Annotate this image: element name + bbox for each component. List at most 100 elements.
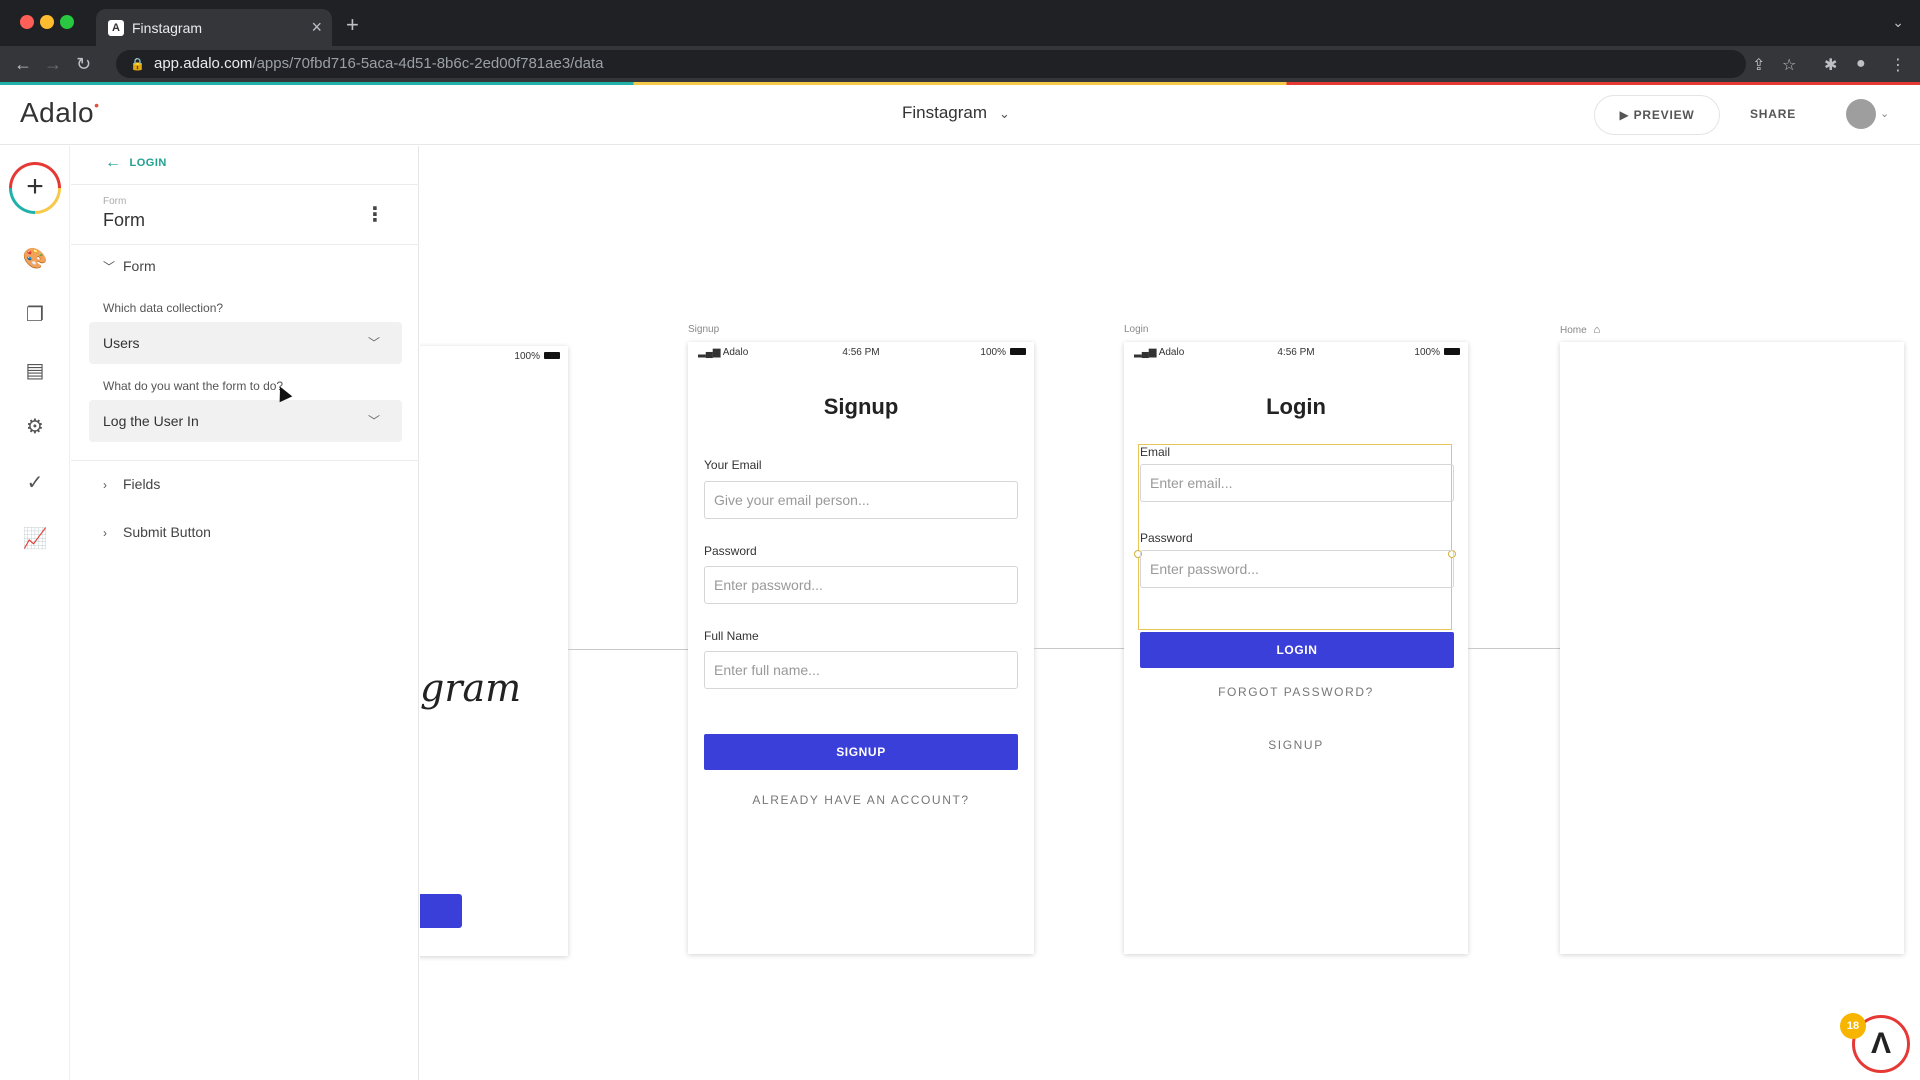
app-header: Adalo• Finstagram ⌄ ▶ PREVIEW SHARE ⌄ xyxy=(0,85,1920,145)
builder-canvas[interactable]: 100% gram Signup ▂▄▆ Adalo 4:56 PM 100% … xyxy=(420,146,1920,1080)
status-bar: 100% xyxy=(420,346,568,368)
publish-check-icon[interactable]: ✓ xyxy=(22,470,48,496)
section-form-toggle[interactable]: ﹀ Form xyxy=(103,258,156,275)
browser-menu-icon[interactable]: ⋮ xyxy=(1890,55,1906,75)
section-fields-toggle[interactable]: › Fields xyxy=(103,476,160,492)
profile-icon[interactable]: ● xyxy=(1856,55,1866,73)
chevron-down-icon: ﹀ xyxy=(103,260,116,274)
app-name: Finstagram xyxy=(902,103,988,122)
new-tab-button[interactable]: + xyxy=(346,12,359,38)
battery-indicator: 100% xyxy=(980,347,1026,358)
battery-indicator: 100% xyxy=(1414,347,1460,358)
status-bar: ▂▄▆ Adalo 4:56 PM 100% xyxy=(688,342,1034,364)
back-to-screen-link[interactable]: ← LOGIN xyxy=(105,154,167,172)
screen-home[interactable] xyxy=(1560,342,1904,954)
chevron-down-icon: ⌄ xyxy=(999,106,1010,121)
browser-toolbar: ← → ↻ 🔒 app.adalo.com/apps/70fbd716-5aca… xyxy=(0,46,1920,82)
close-window-button[interactable] xyxy=(20,15,34,29)
email-field[interactable]: Give your email person... xyxy=(704,481,1018,519)
screens-icon[interactable]: ❐ xyxy=(22,302,48,328)
password-field[interactable]: Enter password... xyxy=(704,566,1018,604)
add-component-button[interactable]: + xyxy=(9,162,61,214)
partial-button[interactable] xyxy=(420,894,462,928)
reload-icon[interactable]: ↻ xyxy=(76,54,91,75)
adalo-a-icon: Λ xyxy=(1870,1027,1891,1060)
component-type: Form xyxy=(103,196,127,207)
bookmark-star-icon[interactable]: ☆ xyxy=(1782,55,1796,75)
extensions-puzzle-icon[interactable]: ✱ xyxy=(1824,55,1837,75)
signup-link[interactable]: SIGNUP xyxy=(1124,738,1468,752)
maximize-window-button[interactable] xyxy=(60,15,74,29)
signup-button[interactable]: SIGNUP xyxy=(704,734,1018,770)
status-bar: ▂▄▆ Adalo 4:56 PM 100% xyxy=(1124,342,1468,364)
share-page-icon[interactable]: ⇪ xyxy=(1752,55,1765,75)
app-switcher[interactable]: Finstagram ⌄ xyxy=(902,103,1010,123)
logo-text: Adalo xyxy=(20,97,95,128)
browser-tab-bar: A Finstagram × + ⌄ xyxy=(0,0,1920,46)
email-label: Your Email xyxy=(704,458,762,472)
email-field[interactable]: Enter email... xyxy=(1140,464,1454,502)
action-select[interactable]: Log the User In ﹀ xyxy=(89,400,402,442)
address-bar[interactable]: 🔒 app.adalo.com/apps/70fbd716-5aca-4d51-… xyxy=(116,50,1746,78)
app-logo-fragment: gram xyxy=(420,666,522,710)
minimize-window-button[interactable] xyxy=(40,15,54,29)
screen-signup[interactable]: ▂▄▆ Adalo 4:56 PM 100% Signup Your Email… xyxy=(688,342,1034,954)
chevron-down-icon: ﹀ xyxy=(367,414,380,428)
url-path: /apps/70fbd716-5aca-4d51-8b6c-2ed00f781a… xyxy=(252,55,604,72)
screen-label-home: Home ⌂ xyxy=(1560,324,1600,336)
adalo-logo[interactable]: Adalo• xyxy=(20,97,100,129)
forgot-password-link[interactable]: FORGOT PASSWORD? xyxy=(1124,685,1468,699)
section-form-label: Form xyxy=(123,258,156,274)
component-name[interactable]: Form xyxy=(103,210,145,231)
properties-panel: ← LOGIN Form Form ⋮ ﹀ Form Which data coll… xyxy=(71,146,419,1080)
browser-tab[interactable]: A Finstagram × xyxy=(96,9,332,46)
screen-login[interactable]: ▂▄▆ Adalo 4:56 PM 100% Login Email Enter… xyxy=(1124,342,1468,954)
preview-button[interactable]: ▶ PREVIEW xyxy=(1594,95,1720,135)
already-have-account-link[interactable]: ALREADY HAVE AN ACCOUNT? xyxy=(688,793,1034,807)
close-tab-icon[interactable]: × xyxy=(311,17,322,38)
password-field[interactable]: Enter password... xyxy=(1140,550,1454,588)
full-name-field[interactable]: Enter full name... xyxy=(704,651,1018,689)
more-options-icon[interactable]: ⋮ xyxy=(365,202,385,227)
url-host: app.adalo.com xyxy=(154,55,253,72)
signup-title: Signup xyxy=(823,394,899,419)
back-arrow-icon: ← xyxy=(105,154,122,171)
full-name-label: Full Name xyxy=(704,629,759,643)
screen-label-login: Login xyxy=(1124,324,1149,335)
screen-partial[interactable]: 100% gram xyxy=(420,346,568,956)
tab-title: Finstagram xyxy=(132,20,203,36)
analytics-icon[interactable]: 📈 xyxy=(22,526,48,552)
back-label: LOGIN xyxy=(129,157,167,169)
chevron-down-icon: ﹀ xyxy=(367,336,380,350)
adalo-favicon-icon: A xyxy=(108,20,124,36)
share-button[interactable]: SHARE xyxy=(1750,107,1796,121)
link-connector xyxy=(1468,648,1562,649)
link-connector xyxy=(1034,648,1126,649)
divider xyxy=(71,184,419,185)
left-toolbar: + 🎨 ❐ ▤ ⚙ ✓ 📈 xyxy=(0,146,70,1080)
section-submit-toggle[interactable]: › Submit Button xyxy=(103,524,211,540)
tab-search-icon[interactable]: ⌄ xyxy=(1892,14,1904,31)
login-button[interactable]: LOGIN xyxy=(1140,632,1454,668)
email-label: Email xyxy=(1140,445,1171,459)
home-icon: ⌂ xyxy=(1593,324,1601,336)
chevron-right-icon: › xyxy=(103,526,107,540)
collection-label: Which data collection? xyxy=(103,301,224,315)
action-value: Log the User In xyxy=(103,413,199,429)
home-label-text: Home xyxy=(1560,325,1587,336)
login-title: Login xyxy=(1266,394,1326,419)
preview-label: PREVIEW xyxy=(1633,108,1695,122)
collection-select[interactable]: Users ﹀ xyxy=(89,322,402,364)
user-avatar[interactable] xyxy=(1846,99,1876,129)
palette-icon[interactable]: 🎨 xyxy=(22,246,48,272)
database-icon[interactable]: ▤ xyxy=(22,358,48,384)
divider xyxy=(71,244,419,245)
forward-arrow-icon[interactable]: → xyxy=(44,54,62,75)
back-arrow-icon[interactable]: ← xyxy=(14,54,32,75)
password-label: Password xyxy=(1140,531,1193,545)
chevron-down-icon[interactable]: ⌄ xyxy=(1880,107,1889,120)
logo-mark-icon: • xyxy=(94,97,100,113)
gear-icon[interactable]: ⚙ xyxy=(22,414,48,440)
divider xyxy=(71,460,419,461)
collection-value: Users xyxy=(103,335,140,351)
